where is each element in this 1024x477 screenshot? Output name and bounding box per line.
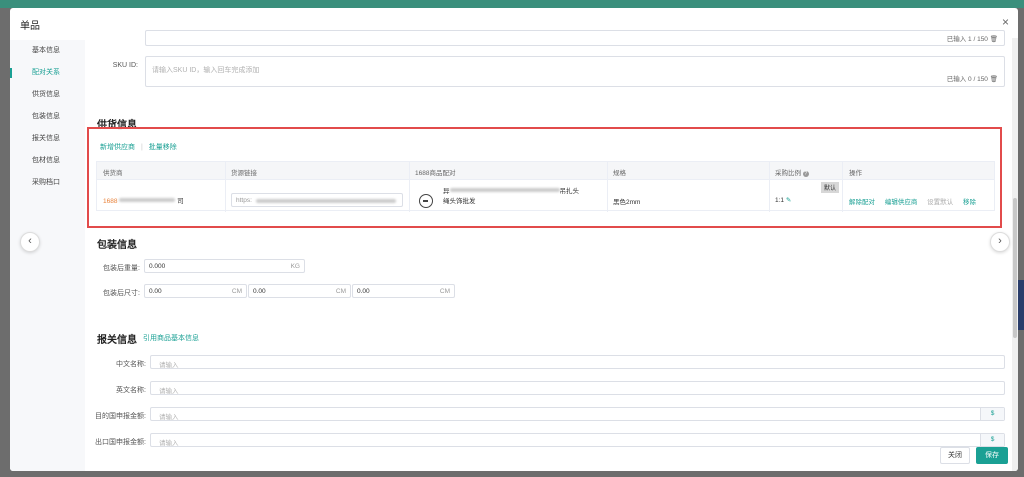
close-button[interactable]: 关闭 [940,447,970,464]
nav-item-supply[interactable]: 供货信息 [10,88,85,102]
cn-name-label: 中文名称: [116,361,146,368]
packaging-title: 包装信息 [97,240,137,251]
next-arrow-icon[interactable]: › [990,232,1010,252]
sku-placeholder: 请输入SKU ID，输入回车完成添加 [152,67,260,74]
section-nav: 基本信息 配对关系 供货信息 包装信息 报关信息 包材信息 采购档口 [10,40,85,471]
unlink-icon[interactable] [419,194,433,208]
col-supplier: 供货商 [103,170,123,177]
dest-amount-label: 目的国申报金额: [95,413,146,420]
col-ratio: 采购比例 ? [775,170,809,177]
table-header: 供货商 货源链接 1688商品配对 规格 采购比例 ? 操作 [97,162,994,180]
weight-label: 包装后重量: [103,265,140,272]
export-amount-input[interactable]: 请输入 $ [150,433,1005,447]
row-actions: 解除配对 编辑供应商 设置默认 移除 [849,196,976,206]
en-name-input[interactable]: 请输入 [150,381,1005,395]
sku-input[interactable]: 请输入SKU ID，输入回车完成添加 已输入 0 / 150 🗑 [145,56,1005,87]
edit-icon[interactable]: ✎ [786,197,791,204]
customs-title: 报关信息 [97,335,137,346]
scrollbar[interactable] [1012,38,1018,471]
prev-arrow-icon[interactable]: ‹ [20,232,40,252]
cn-name-input[interactable]: 请输入 [150,355,1005,369]
scroll-thumb[interactable] [1013,198,1017,338]
modal-title: 单品 [20,21,40,32]
delete-icon: 🗑 [989,36,998,43]
sku-label: SKU ID: [112,62,138,69]
background-app-bar [0,0,1024,8]
nav-item-packaging[interactable]: 包装信息 [10,110,85,124]
weight-input[interactable]: 0.000 KG [144,259,305,273]
ratio-value: 1:1 ✎ [775,197,792,204]
nav-item-basic-info[interactable]: 基本信息 [10,44,85,58]
col-actions: 操作 [849,170,862,177]
height-input[interactable]: 0.00 CM [352,284,455,298]
background-edge [1018,280,1024,330]
source-url-input[interactable]: https: [231,193,403,207]
unpair-button[interactable]: 解除配对 [849,199,875,206]
supply-table: 供货商 货源链接 1688商品配对 规格 采购比例 ? 操作 1688 司 ht… [96,161,995,212]
add-supplier-link[interactable]: 新增供应商 [100,144,135,151]
set-default-button[interactable]: 设置默认 [927,199,953,206]
previous-textarea[interactable]: 已输入 1 / 150 🗑 [145,30,1005,46]
textarea-count: 已输入 1 / 150 🗑 [946,36,998,43]
edit-supplier-button[interactable]: 编辑供应商 [885,199,918,206]
default-badge: 默认 [821,182,840,193]
col-1688-pair: 1688商品配对 [415,170,456,177]
remove-button[interactable]: 移除 [963,199,976,206]
batch-remove-link[interactable]: 批量移除 [149,144,177,151]
save-button[interactable]: 保存 [976,447,1008,464]
supplier-name: 1688 司 [103,198,184,205]
close-icon[interactable]: × [1002,15,1009,29]
length-input[interactable]: 0.00 CM [144,284,247,298]
product-subtitle: 绳头饰批发 [443,198,476,205]
width-input[interactable]: 0.00 CM [248,284,351,298]
sku-count: 已输入 0 / 150 🗑 [946,76,998,83]
export-amount-label: 出口国申报金额: [95,439,146,446]
spec-link[interactable]: 黑色2mm [613,196,640,206]
product-title: 异吊扎头 [443,188,579,195]
delete-icon: 🗑 [989,76,998,83]
col-source-url: 货源链接 [231,170,257,177]
nav-item-customs[interactable]: 报关信息 [10,132,85,146]
en-name-label: 英文名称: [116,387,146,394]
nav-item-materials[interactable]: 包材信息 [10,154,85,168]
col-spec: 规格 [613,170,626,177]
size-label: 包装后尺寸: [103,290,140,297]
supply-toolbar: 新增供应商 | 批量移除 [100,144,177,151]
help-icon: ? [802,171,809,177]
nav-item-purchase-stall[interactable]: 采购档口 [10,176,85,190]
cite-basic-info-link[interactable]: 引用商品基本信息 [143,333,199,343]
nav-item-pairing[interactable]: 配对关系 [10,66,85,80]
dest-amount-input[interactable]: 请输入 $ [150,407,1005,421]
